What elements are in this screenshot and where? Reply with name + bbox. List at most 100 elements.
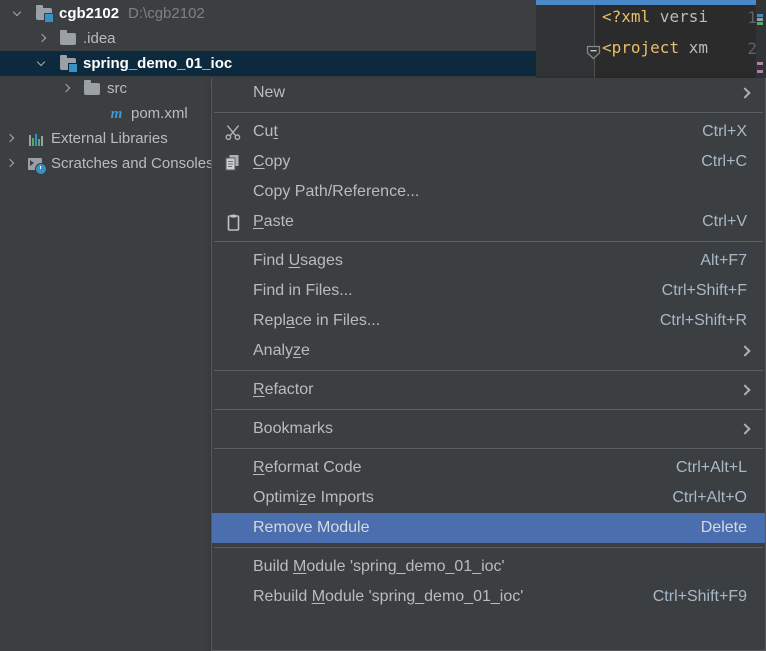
- chevron-right-icon[interactable]: [731, 375, 765, 405]
- menu-item-label: Rebuild Module 'spring_demo_01_ioc': [253, 588, 524, 605]
- menu-item-icon-slot: [221, 414, 250, 444]
- tree-row-label: Scratches and Consoles: [51, 155, 214, 172]
- menu-item-label: Build Module 'spring_demo_01_ioc': [253, 558, 505, 575]
- menu-item-analyze[interactable]: Analyze: [212, 336, 765, 366]
- menu-separator: [214, 370, 763, 371]
- menu-item-label: Copy Path/Reference...: [253, 183, 420, 200]
- menu-item-label: Replace in Files...: [253, 312, 381, 329]
- menu-item-label: Analyze: [253, 342, 310, 359]
- code-line-1: <?xml versi: [602, 7, 708, 26]
- folder-icon: [59, 29, 78, 48]
- menu-item-icon-slot: [221, 483, 250, 513]
- menu-item-icon-slot: [221, 336, 250, 366]
- menu-item-label: Copy: [253, 153, 291, 170]
- menu-separator: [214, 241, 763, 242]
- chevron-right-icon[interactable]: [731, 414, 765, 444]
- clipboard-icon: [221, 207, 250, 237]
- menu-item-find-in-files[interactable]: Find in Files... Ctrl+Shift+F: [212, 276, 765, 306]
- maven-icon: m: [110, 105, 123, 122]
- menu-item-find-usages[interactable]: Find Usages Alt+F7: [212, 246, 765, 276]
- menu-item-cut[interactable]: Cut Ctrl+X: [212, 117, 765, 147]
- menu-separator: [214, 409, 763, 410]
- menu-item-icon-slot: [221, 177, 250, 207]
- menu-separator: [214, 112, 763, 113]
- menu-item-copy-path-reference[interactable]: Copy Path/Reference...: [212, 177, 765, 207]
- menu-item-replace-in-files[interactable]: Replace in Files... Ctrl+Shift+R: [212, 306, 765, 336]
- menu-item-shortcut: Alt+F7: [700, 252, 747, 269]
- menu-item-shortcut: Ctrl+V: [702, 213, 747, 230]
- menu-item-label: Cut: [253, 123, 278, 140]
- menu-separator: [214, 448, 763, 449]
- scratches-icon: [27, 155, 47, 175]
- libraries-icon: [27, 130, 46, 148]
- menu-item-label: Remove Module: [253, 519, 370, 536]
- menu-item-label: Bookmarks: [253, 420, 334, 437]
- menu-item-optimize-imports[interactable]: Optimize Imports Ctrl+Alt+O: [212, 483, 765, 513]
- menu-item-shortcut: Ctrl+C: [701, 153, 747, 170]
- chevron-right-icon[interactable]: [731, 78, 765, 108]
- tree-row-label: cgb2102: [59, 5, 120, 22]
- tree-row-label: External Libraries: [51, 130, 168, 147]
- menu-separator: [214, 547, 763, 548]
- chevron-down-icon[interactable]: [12, 7, 25, 20]
- module-folder-icon: [35, 4, 54, 23]
- menu-item-icon-slot: [221, 306, 250, 336]
- menu-item-rebuild-module-spring-demo-01-ioc[interactable]: Rebuild Module 'spring_demo_01_ioc' Ctrl+…: [212, 582, 765, 612]
- chevron-right-icon[interactable]: [4, 132, 17, 145]
- menu-item-shortcut: Ctrl+Alt+L: [675, 459, 747, 476]
- menu-item-refactor[interactable]: Refactor: [212, 375, 765, 405]
- menu-item-icon-slot: [221, 246, 250, 276]
- menu-item-icon-slot: [221, 552, 250, 582]
- error-stripe-mark[interactable]: [757, 18, 763, 21]
- menu-item-label: Find Usages: [253, 252, 343, 269]
- tree-row[interactable]: cgb2102 D:\cgb2102: [0, 1, 536, 26]
- ide-screenshot: cgb2102 D:\cgb2102 .idea spring_demo_01_ioc…: [0, 0, 766, 651]
- error-stripe-mark[interactable]: [757, 22, 763, 25]
- chevron-right-icon[interactable]: [4, 157, 17, 170]
- menu-item-shortcut: Ctrl+Shift+F9: [652, 588, 747, 605]
- tree-row[interactable]: spring_demo_01_ioc: [0, 51, 536, 76]
- menu-item-label: Optimize Imports: [253, 489, 374, 506]
- error-stripe-mark[interactable]: [757, 14, 763, 17]
- tree-row[interactable]: .idea: [0, 26, 536, 51]
- menu-item-new[interactable]: New: [212, 78, 765, 108]
- chevron-right-icon[interactable]: [60, 82, 73, 95]
- menu-item-icon-slot: [221, 582, 250, 612]
- menu-item-label: New: [253, 84, 286, 101]
- menu-item-shortcut: Ctrl+X: [702, 123, 747, 140]
- menu-item-copy[interactable]: Copy Ctrl+C: [212, 147, 765, 177]
- menu-item-reformat-code[interactable]: Reformat Code Ctrl+Alt+L: [212, 453, 765, 483]
- editor-gutter[interactable]: [536, 5, 595, 80]
- folder-icon: [83, 79, 102, 98]
- menu-item-icon-slot: [221, 453, 250, 483]
- menu-item-shortcut: Ctrl+Shift+R: [659, 312, 747, 329]
- tree-row-label: .idea: [83, 30, 116, 47]
- menu-item-shortcut: Ctrl+Alt+O: [672, 489, 747, 506]
- code-line-2: <project xm: [602, 38, 708, 57]
- tree-row-label: pom.xml: [131, 105, 188, 122]
- fold-collapse-icon[interactable]: [586, 45, 601, 60]
- error-stripe-mark[interactable]: [757, 62, 763, 65]
- menu-item-build-module-spring-demo-01-ioc[interactable]: Build Module 'spring_demo_01_ioc': [212, 552, 765, 582]
- menu-item-label: Paste: [253, 213, 294, 230]
- menu-item-bookmarks[interactable]: Bookmarks: [212, 414, 765, 444]
- context-menu[interactable]: New Cut Ctrl+X Copy Ctrl+C Copy Path/Referenc…: [211, 78, 766, 651]
- menu-item-icon-slot: [221, 276, 250, 306]
- chevron-right-icon[interactable]: [731, 336, 765, 366]
- chevron-down-icon[interactable]: [36, 57, 49, 70]
- gutter-divider: [594, 5, 595, 80]
- menu-item-remove-module[interactable]: Remove Module Delete: [212, 513, 765, 543]
- copy-icon: [221, 147, 250, 177]
- menu-item-paste[interactable]: Paste Ctrl+V: [212, 207, 765, 237]
- scissors-icon: [221, 117, 250, 147]
- tree-row-label: spring_demo_01_ioc: [83, 55, 233, 72]
- menu-item-icon-slot: [221, 375, 250, 405]
- tree-row-path: D:\cgb2102: [128, 5, 205, 22]
- menu-item-icon-slot: [221, 513, 250, 543]
- menu-item-label: Reformat Code: [253, 459, 362, 476]
- chevron-right-icon[interactable]: [36, 32, 49, 45]
- menu-item-label: Refactor: [253, 381, 314, 398]
- code-editor[interactable]: 1 2 <?xml versi <project xm: [536, 0, 766, 80]
- error-stripe-mark[interactable]: [757, 70, 763, 73]
